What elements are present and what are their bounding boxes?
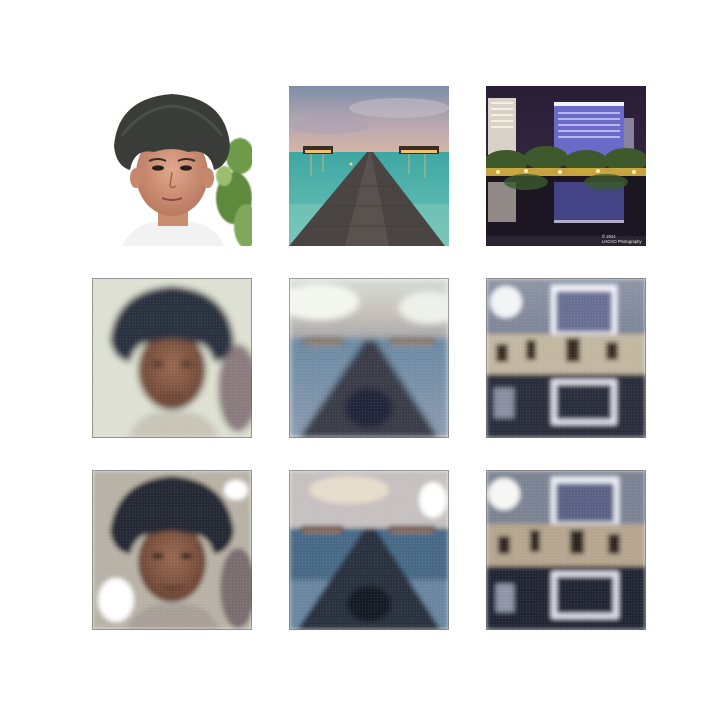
image-grid: © 2014 LHCHO Photography <box>0 0 720 720</box>
watermark-line-2: LHCHO Photography <box>602 239 642 244</box>
reconstruction-b-city-image <box>486 470 646 630</box>
reconstruction-b-jetty-image <box>289 470 449 630</box>
reconstruction-a-jetty-image <box>289 278 449 438</box>
original-portrait-image <box>92 86 252 246</box>
original-city-image: © 2014 LHCHO Photography <box>486 86 646 246</box>
original-jetty-image <box>289 86 449 246</box>
reconstruction-a-city-image <box>486 278 646 438</box>
reconstruction-a-portrait-image <box>92 278 252 438</box>
reconstruction-b-portrait-image <box>92 470 252 630</box>
